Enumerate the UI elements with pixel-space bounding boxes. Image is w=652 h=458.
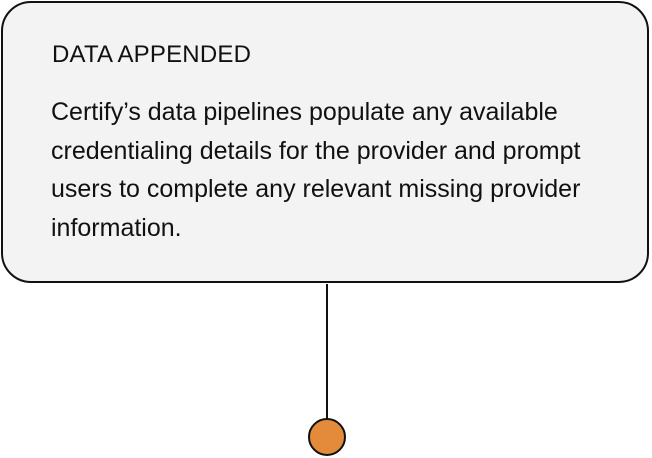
connector-line: [326, 284, 328, 419]
timeline-node-dot: [308, 418, 346, 456]
card-title: DATA APPENDED: [52, 41, 252, 68]
card-description: Certify’s data pipelines populate any av…: [51, 98, 581, 242]
info-card: DATA APPENDED Certify’s data pipelines p…: [1, 1, 649, 283]
diagram-stage: DATA APPENDED Certify’s data pipelines p…: [0, 0, 652, 458]
